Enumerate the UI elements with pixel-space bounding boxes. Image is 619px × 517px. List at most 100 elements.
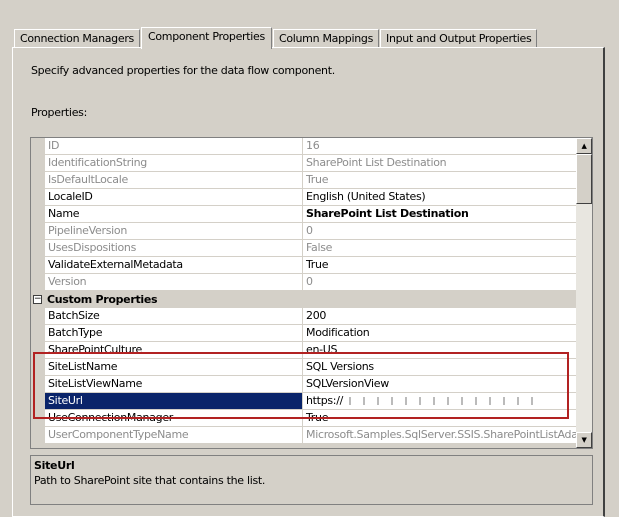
tab-component-properties[interactable]: Component Properties: [140, 27, 272, 49]
property-name[interactable]: UsesDispositions: [45, 240, 303, 257]
property-name[interactable]: UserComponentTypeName: [45, 427, 303, 444]
tab-column-mappings[interactable]: Column Mappings: [272, 29, 379, 48]
property-row-id[interactable]: ID 16: [31, 138, 577, 155]
property-row-batchsize[interactable]: BatchSize 200: [31, 308, 577, 325]
property-name[interactable]: BatchType: [45, 325, 303, 342]
property-value-text: 0: [306, 275, 313, 288]
property-value[interactable]: 0: [303, 223, 577, 240]
category-custom-properties[interactable]: − Custom Properties: [31, 291, 577, 308]
row-gutter: [31, 206, 45, 223]
property-value[interactable]: Microsoft.Samples.SqlServer.SSIS.SharePo…: [303, 427, 577, 444]
property-value-text: en-US: [306, 343, 338, 356]
property-value-text: SQL Versions: [306, 360, 374, 373]
property-name[interactable]: SiteListViewName: [45, 376, 303, 393]
property-name[interactable]: Version: [45, 274, 303, 291]
property-row-identificationstring[interactable]: IdentificationString SharePoint List Dest…: [31, 155, 577, 172]
property-value[interactable]: True: [303, 172, 577, 189]
property-value[interactable]: 0: [303, 274, 577, 291]
property-name[interactable]: SharePointCulture: [45, 342, 303, 359]
property-row-name[interactable]: Name SharePoint List Destination: [31, 206, 577, 223]
property-row-validateexternalmetadata[interactable]: ValidateExternalMetadata True: [31, 257, 577, 274]
property-row-sharepointculture[interactable]: SharePointCulture en-US: [31, 342, 577, 359]
scroll-up-arrow-icon[interactable]: ▲: [576, 138, 592, 154]
property-row-version[interactable]: Version 0: [31, 274, 577, 291]
property-row-useconnectionmanager[interactable]: UseConnectionManager True: [31, 410, 577, 427]
property-value-text: True: [306, 173, 329, 186]
property-name[interactable]: IsDefaultLocale: [45, 172, 303, 189]
row-gutter: [31, 189, 45, 206]
tab-input-output-properties[interactable]: Input and Output Properties: [380, 29, 538, 48]
property-value-text: SharePoint List Destination: [306, 207, 469, 220]
property-value[interactable]: 16: [303, 138, 577, 155]
property-value[interactable]: https://: [303, 393, 577, 410]
description-text: Specify advanced properties for the data…: [31, 64, 335, 77]
help-text: Path to SharePoint site that contains th…: [34, 474, 266, 487]
row-gutter: [31, 274, 45, 291]
vertical-scrollbar[interactable]: ▲ ▼: [576, 138, 592, 448]
row-gutter: [31, 342, 45, 359]
scroll-down-arrow-icon[interactable]: ▼: [576, 432, 592, 448]
property-row-batchtype[interactable]: BatchType Modification: [31, 325, 577, 342]
property-row-sitelistname[interactable]: SiteListName SQL Versions: [31, 359, 577, 376]
property-name[interactable]: ID: [45, 138, 303, 155]
property-value-text: 200: [306, 309, 327, 322]
help-title: SiteUrl: [34, 459, 75, 472]
property-value-text: English (United States): [306, 190, 426, 203]
properties-label: Properties:: [31, 106, 87, 119]
property-name[interactable]: LocaleID: [45, 189, 303, 206]
property-name[interactable]: ValidateExternalMetadata: [45, 257, 303, 274]
row-gutter: [31, 359, 45, 376]
row-gutter: [31, 427, 45, 444]
row-gutter: [31, 393, 45, 410]
property-value[interactable]: en-US: [303, 342, 577, 359]
property-name[interactable]: PipelineVersion: [45, 223, 303, 240]
row-gutter: [31, 223, 45, 240]
row-gutter: [31, 376, 45, 393]
tab-connection-managers[interactable]: Connection Managers: [14, 29, 140, 48]
row-gutter: [31, 308, 45, 325]
property-value-text: 16: [306, 139, 320, 152]
property-row-sitelistviewname[interactable]: SiteListViewName SQLVersionView: [31, 376, 577, 393]
property-value-text: True: [306, 258, 329, 271]
row-gutter: [31, 172, 45, 189]
property-name[interactable]: UseConnectionManager: [45, 410, 303, 427]
property-row-usesdispositions[interactable]: UsesDispositions False: [31, 240, 577, 257]
property-value[interactable]: True: [303, 257, 577, 274]
property-value[interactable]: SharePoint List Destination: [303, 206, 577, 223]
property-row-siteurl[interactable]: SiteUrl https://: [31, 393, 577, 410]
row-gutter: [31, 240, 45, 257]
scroll-thumb[interactable]: [576, 154, 592, 204]
property-name[interactable]: BatchSize: [45, 308, 303, 325]
property-name[interactable]: Name: [45, 206, 303, 223]
property-value-text: SQLVersionView: [306, 377, 389, 390]
property-value[interactable]: True: [303, 410, 577, 427]
property-value[interactable]: English (United States): [303, 189, 577, 206]
property-name[interactable]: SiteListName: [45, 359, 303, 376]
collapse-icon[interactable]: −: [33, 295, 42, 304]
property-value[interactable]: 200: [303, 308, 577, 325]
property-name[interactable]: SiteUrl: [45, 393, 303, 410]
property-value-text: Microsoft.Samples.SqlServer.SSIS.SharePo…: [306, 428, 577, 441]
obscured-url: [343, 397, 544, 405]
help-panel: SiteUrl Path to SharePoint site that con…: [30, 455, 593, 505]
property-grid[interactable]: UserComponentTypeName Microsoft.Samples.S…: [30, 137, 593, 449]
property-row-pipelineversion[interactable]: PipelineVersion 0: [31, 223, 577, 240]
row-gutter: [31, 257, 45, 274]
property-row-localeid[interactable]: LocaleID English (United States): [31, 189, 577, 206]
property-value-text: False: [306, 241, 333, 254]
property-value[interactable]: SharePoint List Destination: [303, 155, 577, 172]
property-row-usercomponenttypename[interactable]: UserComponentTypeName Microsoft.Samples.S…: [31, 427, 577, 444]
property-value-text: Modification: [306, 326, 370, 339]
property-row-isdefaultlocale[interactable]: IsDefaultLocale True: [31, 172, 577, 189]
property-name[interactable]: IdentificationString: [45, 155, 303, 172]
property-value-text: https://: [306, 394, 344, 407]
property-value[interactable]: False: [303, 240, 577, 257]
row-gutter: [31, 410, 45, 427]
property-value-text: 0: [306, 224, 313, 237]
property-value[interactable]: SQLVersionView: [303, 376, 577, 393]
property-value[interactable]: Modification: [303, 325, 577, 342]
row-gutter: [31, 155, 45, 172]
row-gutter: [31, 325, 45, 342]
property-value-text: SharePoint List Destination: [306, 156, 447, 169]
property-value[interactable]: SQL Versions: [303, 359, 577, 376]
